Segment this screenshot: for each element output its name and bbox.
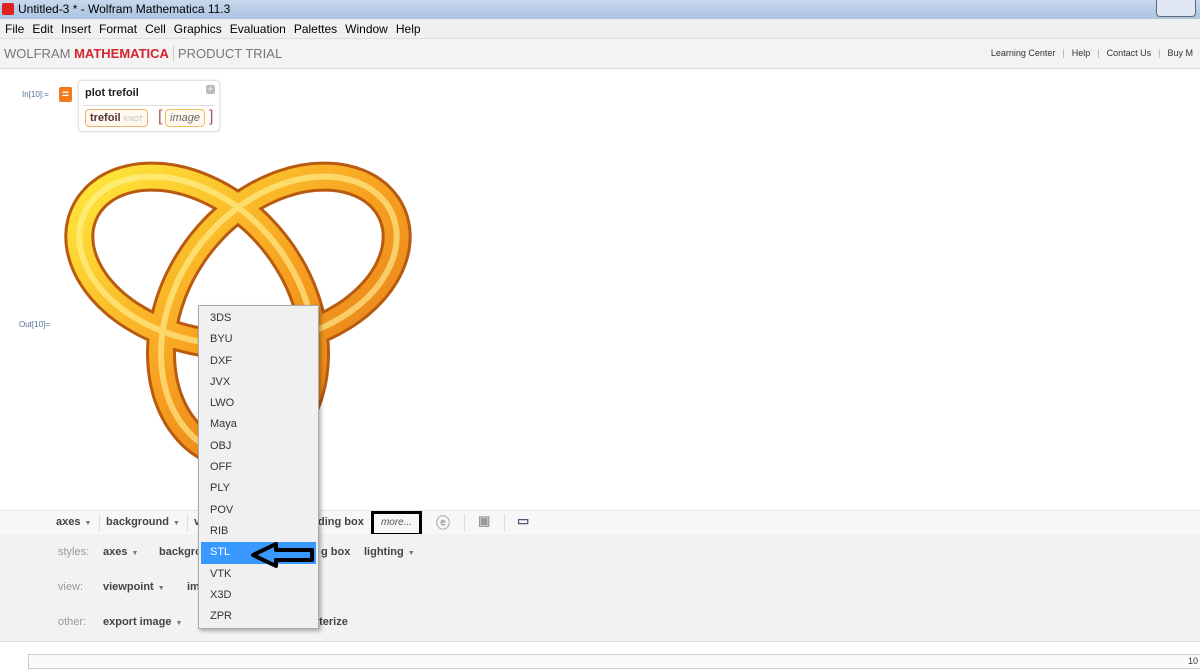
menu-help[interactable]: Help (396, 22, 421, 36)
menu-bar: File Edit Insert Format Cell Graphics Evaluati… (0, 19, 1200, 39)
output-label: Out[10]= (19, 320, 50, 329)
background-button[interactable]: background ▼ (106, 516, 180, 528)
dropdown-item-rib[interactable]: RIB (201, 521, 316, 542)
dropdown-item-pov[interactable]: POV (201, 500, 316, 521)
menu-palettes[interactable]: Palettes (294, 22, 337, 36)
dropdown-item-zpr[interactable]: ZPR (201, 606, 316, 627)
styles-label: styles: (58, 546, 90, 558)
link-contact-us[interactable]: Contact Us (1107, 48, 1152, 58)
link-buy[interactable]: Buy M (1167, 48, 1193, 58)
dropdown-item-obj[interactable]: OBJ (201, 436, 316, 457)
dropdown-item-3ds[interactable]: 3DS (201, 308, 316, 329)
more-button[interactable]: more... (371, 511, 422, 536)
styles-lighting[interactable]: lighting ▼ (364, 546, 415, 558)
dropdown-item-maya[interactable]: Maya (201, 414, 316, 435)
entity-token[interactable]: trefoil KNOT (85, 109, 149, 127)
menu-cell[interactable]: Cell (145, 22, 166, 36)
entity-name: trefoil (90, 112, 121, 124)
dropdown-item-jvx[interactable]: JVX (201, 372, 316, 393)
styles-axes[interactable]: axes ▼ (103, 546, 138, 558)
bracket-close: ] (209, 108, 214, 125)
styles-background[interactable]: backgro (159, 546, 202, 558)
title-bar: Untitled-3 * - Wolfram Mathematica 11.3 (0, 0, 1200, 19)
next-input-area: 10 (0, 641, 1200, 669)
bounding-box-button[interactable]: ding box (318, 516, 364, 528)
other-label: other: (58, 616, 87, 628)
property-token[interactable]: image (165, 109, 205, 127)
dropdown-item-x3d[interactable]: X3D (201, 585, 316, 606)
bracket-open: [ (158, 108, 163, 125)
dropdown-item-byu[interactable]: BYU (201, 329, 316, 350)
menu-edit[interactable]: Edit (32, 22, 53, 36)
dropdown-item-dxf[interactable]: DXF (201, 351, 316, 372)
suggestions-toolbar: axes▼ background▼ v ding box more... ⓔ ▣… (0, 510, 1200, 536)
window-controls[interactable] (1156, 0, 1196, 17)
chip-icon[interactable]: ▣ (478, 513, 490, 529)
brand-bar: WOLFRAM MATHEMATICA PRODUCT TRIAL Learnin… (0, 39, 1200, 69)
export-format-dropdown[interactable]: 3DS BYU DXF JVX LWO Maya OBJ OFF PLY POV RIB STL VTK… (198, 305, 319, 629)
other-export-image[interactable]: export image ▼ (103, 616, 182, 628)
view-label: view: (58, 581, 84, 593)
axes-button[interactable]: axes ▼ (56, 516, 91, 528)
brand-wolfram: WOLFRAM (4, 46, 71, 61)
entity-type: KNOT (123, 116, 144, 123)
suggestions-panel: styles: axes ▼ backgro g box lighting ▼ vi… (0, 534, 1200, 641)
status-number: 10 (1187, 656, 1198, 666)
dropdown-item-ply[interactable]: PLY (201, 478, 316, 499)
input-label: In[10]:= (22, 90, 49, 99)
menu-graphics[interactable]: Graphics (174, 22, 222, 36)
expand-icon[interactable]: + (206, 85, 215, 94)
styles-bounding-box[interactable]: g box (321, 546, 350, 558)
dropdown-item-lwo[interactable]: LWO (201, 393, 316, 414)
menu-file[interactable]: File (5, 22, 24, 36)
window-title: Untitled-3 * - Wolfram Mathematica 11.3 (18, 2, 231, 16)
link-learning-center[interactable]: Learning Center (991, 48, 1056, 58)
header-links: Learning Center | Help | Contact Us | Buy M (990, 48, 1193, 58)
query-text[interactable]: plot trefoil (85, 87, 139, 99)
spiral-icon[interactable]: ⓔ (436, 513, 450, 533)
brand-mathematica: MATHEMATICA (74, 46, 169, 61)
mathematica-icon (2, 3, 14, 15)
menu-evaluation[interactable]: Evaluation (230, 22, 286, 36)
next-input-field[interactable] (28, 654, 1200, 669)
menu-format[interactable]: Format (99, 22, 137, 36)
brand-logo: WOLFRAM MATHEMATICA PRODUCT TRIAL (4, 46, 282, 61)
arrow-annotation-icon (251, 542, 314, 568)
view-viewpoint[interactable]: viewpoint ▼ (103, 581, 165, 593)
brand-trial: PRODUCT TRIAL (177, 46, 283, 61)
dropdown-item-off[interactable]: OFF (201, 457, 316, 478)
comment-icon[interactable]: ▭ (517, 513, 529, 529)
menu-insert[interactable]: Insert (61, 22, 91, 36)
link-help[interactable]: Help (1072, 48, 1091, 58)
menu-window[interactable]: Window (345, 22, 388, 36)
free-form-input-box[interactable]: plot trefoil + trefoil KNOT [ image ] (78, 80, 220, 132)
free-form-input-button[interactable]: = (59, 87, 72, 102)
